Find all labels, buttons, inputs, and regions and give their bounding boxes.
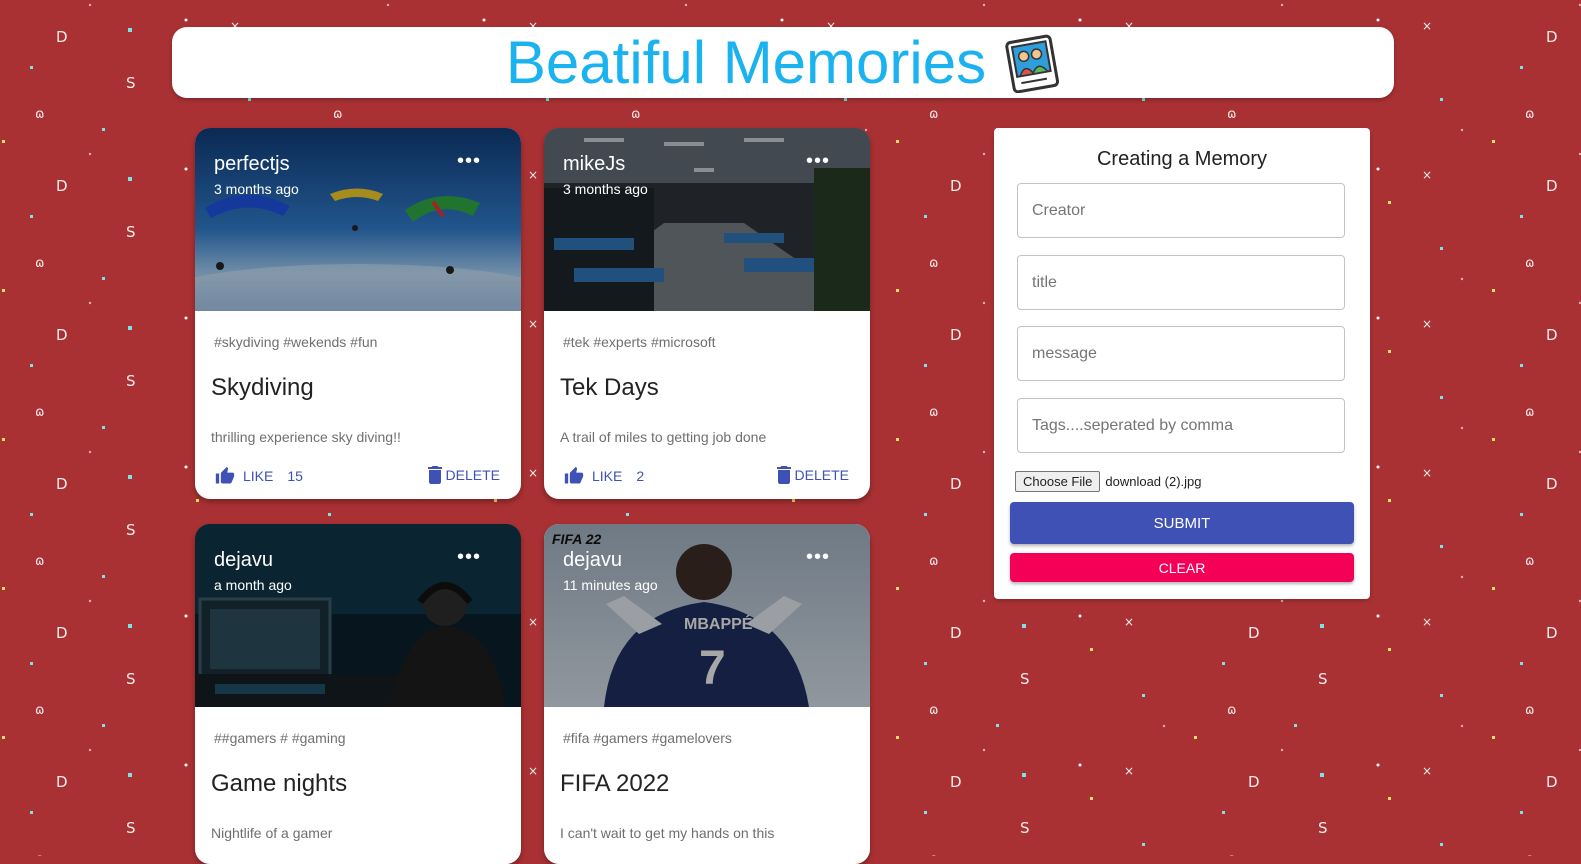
post-time: 3 months ago [563, 181, 648, 197]
delete-button[interactable]: DELETE [776, 466, 849, 484]
file-picker: Choose File download (2).jpg [1015, 471, 1202, 492]
memory-image: perfectjs 3 months ago ••• [195, 128, 521, 311]
post-title: Tek Days [560, 374, 659, 401]
delete-label: DELETE [445, 467, 500, 483]
like-label: LIKE [592, 468, 623, 484]
post-message: thrilling experience sky diving!! [211, 429, 401, 445]
post-tags: #fifa #gamers #gamelovers [563, 730, 732, 746]
delete-label: DELETE [794, 467, 849, 483]
memory-image: mikeJs 3 months ago ••• [544, 128, 870, 311]
more-horiz-icon[interactable]: ••• [457, 151, 481, 171]
more-horiz-icon[interactable]: ••• [806, 151, 830, 171]
post-title: FIFA 2022 [560, 770, 670, 797]
thumb-up-icon [564, 466, 584, 484]
memory-card: mikeJs 3 months ago ••• #tek #experts #m… [544, 128, 870, 499]
photo-album-icon [1005, 34, 1060, 93]
form-heading: Creating a Memory [1096, 148, 1268, 170]
post-message: A trail of miles to getting job done [560, 429, 767, 445]
post-creator: dejavu [214, 549, 273, 571]
memory-card: dejavu a month ago ••• ##gamers # #gamin… [195, 524, 521, 864]
card-actions: LIKE 15 DELETE [195, 466, 521, 496]
like-button[interactable]: LIKE 15 [215, 466, 303, 486]
post-tags: #skydiving #wekends #fun [214, 334, 378, 350]
delete-icon [427, 466, 442, 484]
post-time: a month ago [214, 577, 292, 593]
clear-button[interactable]: CLEAR [1010, 553, 1354, 582]
post-message: I can't wait to get my hands on this [560, 825, 775, 841]
post-creator: dejavu [563, 549, 622, 571]
like-label: LIKE [243, 468, 274, 484]
creator-input[interactable] [1017, 183, 1345, 238]
submit-button[interactable]: SUBMIT [1010, 502, 1354, 544]
post-tags: ##gamers # #gaming [214, 730, 346, 746]
tags-input[interactable] [1017, 398, 1345, 453]
memory-form: Creating a Memory Choose File download (… [994, 128, 1370, 599]
delete-icon [776, 466, 791, 484]
memory-card: MBAPPÉ 7 FIFA 22 dejavu 11 minutes ago •… [544, 524, 870, 864]
memory-card: perfectjs 3 months ago ••• #skydiving #w… [195, 128, 521, 499]
app-bar: Beatiful Memories [172, 27, 1394, 98]
post-message: Nightlife of a gamer [211, 825, 333, 841]
like-count: 2 [636, 468, 645, 484]
post-time: 3 months ago [214, 181, 299, 197]
post-creator: perfectjs [214, 153, 290, 175]
post-creator: mikeJs [563, 153, 626, 175]
post-title: Game nights [211, 770, 348, 797]
post-title: Skydiving [211, 374, 314, 401]
post-time: 11 minutes ago [563, 577, 658, 593]
like-button[interactable]: LIKE 2 [564, 466, 644, 486]
message-input[interactable] [1017, 326, 1345, 381]
more-horiz-icon[interactable]: ••• [806, 547, 830, 567]
post-tags: #tek #experts #microsoft [563, 334, 716, 350]
delete-button[interactable]: DELETE [427, 466, 500, 484]
selected-file-name: download (2).jpg [1105, 474, 1202, 489]
choose-file-button[interactable]: Choose File [1015, 471, 1101, 492]
card-actions: LIKE 2 DELETE [544, 466, 870, 496]
title-input[interactable] [1017, 255, 1345, 310]
more-horiz-icon[interactable]: ••• [457, 547, 481, 567]
app-title: Beatiful Memories [505, 29, 987, 96]
memory-image: MBAPPÉ 7 FIFA 22 dejavu 11 minutes ago •… [544, 524, 870, 707]
memory-image: dejavu a month ago ••• [195, 524, 521, 707]
like-count: 15 [287, 468, 303, 484]
thumb-up-icon [215, 466, 235, 484]
